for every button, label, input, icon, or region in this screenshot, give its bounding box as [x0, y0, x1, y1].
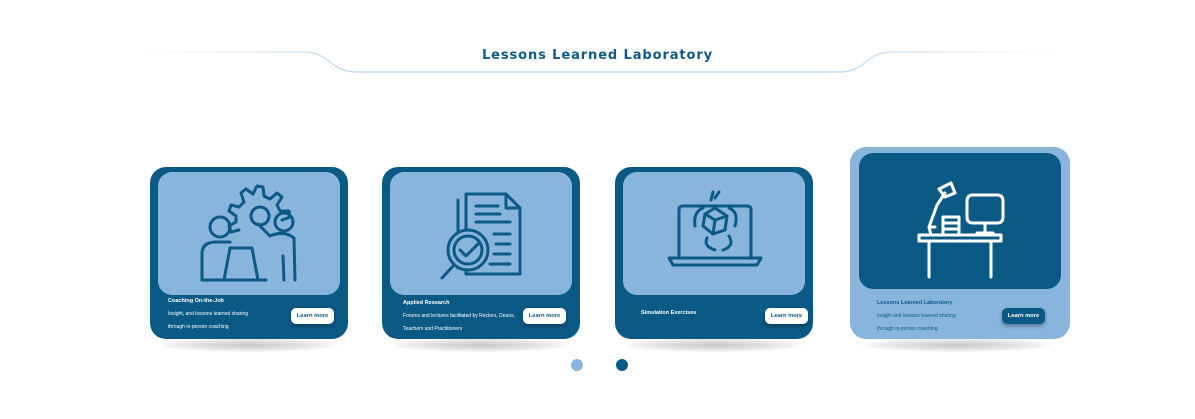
page-title: Lessons Learned Laboratory [481, 48, 714, 63]
card-shadow [625, 338, 803, 352]
learn-more-button[interactable]: Learn more [765, 308, 808, 324]
card-description: Insight, and lessons learned sharing thr… [168, 311, 249, 330]
card-lessons-learned[interactable]: Lessons Learned Laboratory Insight and l… [850, 147, 1070, 339]
research-document-magnifier-icon [440, 192, 522, 280]
card-image [623, 172, 805, 295]
learn-more-button[interactable]: Learn more [1002, 308, 1045, 324]
card-title: Applied Research [403, 300, 450, 306]
card-shadow [160, 338, 338, 352]
card-image [859, 153, 1061, 289]
card-image [158, 172, 340, 295]
desk-lamp-monitor-icon [917, 181, 1005, 279]
card-title: Lessons Learned Laboratory [877, 300, 953, 306]
card-applied-research[interactable]: Applied Research Forums and lectures fac… [382, 167, 580, 339]
coaching-gears-people-icon [200, 184, 297, 282]
card-title: Simulation Exercises [641, 310, 697, 316]
header-divider [130, 51, 1065, 73]
card-simulation[interactable]: Simulation Exercises Learn more [615, 167, 813, 339]
card-shadow [392, 338, 570, 352]
card-title: Coaching On-the-Job [168, 298, 224, 304]
card-description: Insight and lessons learned sharing thro… [877, 313, 956, 332]
card-coaching[interactable]: Coaching On-the-Job Insight, and lessons… [150, 167, 348, 339]
pagination-dot-2[interactable] [616, 359, 628, 371]
pagination-dot-1[interactable] [571, 359, 583, 371]
card-image [390, 172, 572, 295]
card-shadow [862, 338, 1052, 352]
laptop-cube-simulation-icon [667, 190, 763, 267]
card-description: Forums and lectures facilitated by Recto… [403, 313, 515, 332]
learn-more-button[interactable]: Learn more [523, 308, 566, 324]
learn-more-button[interactable]: Learn more [291, 308, 334, 324]
